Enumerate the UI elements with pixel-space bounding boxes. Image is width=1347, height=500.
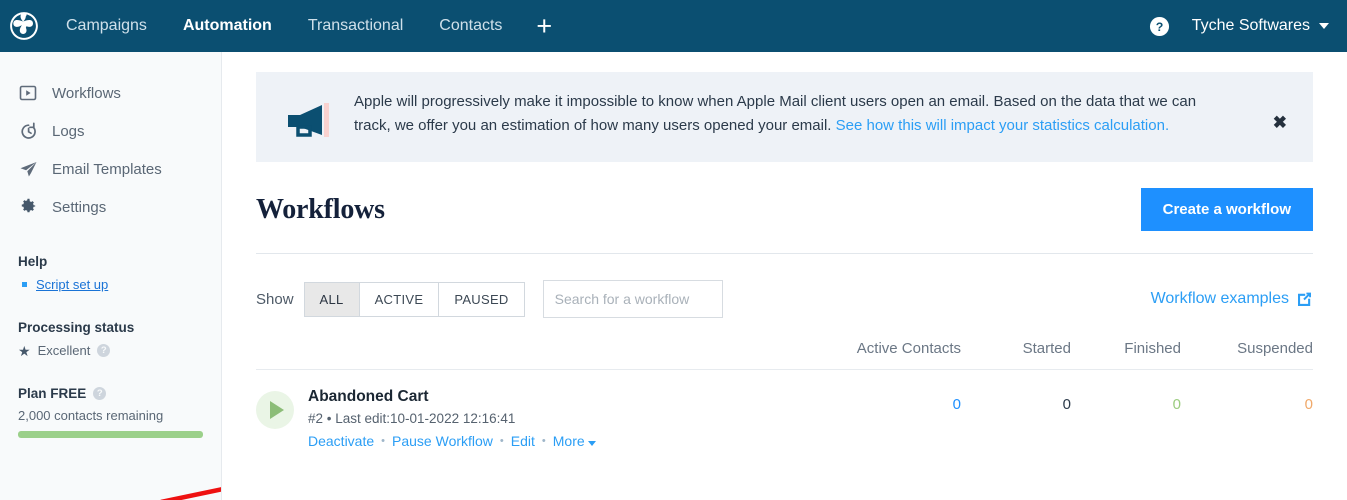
column-suspended: Suspended bbox=[1237, 340, 1313, 357]
sidebar-help-section: Help Script set up bbox=[0, 254, 221, 292]
sidebar-item-settings[interactable]: Settings bbox=[0, 188, 221, 226]
processing-status-heading: Processing status bbox=[18, 320, 135, 335]
top-nav-right: ? Tyche Softwares bbox=[1149, 16, 1329, 37]
plan-heading-row: Plan FREE ? bbox=[18, 386, 203, 401]
workflow-actions: Deactivate • Pause Workflow • Edit • Mor… bbox=[308, 433, 791, 449]
value-started: 0 bbox=[1062, 396, 1071, 413]
table-row: Abandoned Cart #2 • Last edit:10-01-2022… bbox=[256, 370, 1313, 449]
status-filter-group: ALL ACTIVE PAUSED bbox=[303, 281, 525, 317]
more-label: More bbox=[552, 433, 585, 449]
bullet-icon bbox=[22, 282, 27, 287]
value-suspended: 0 bbox=[1304, 396, 1313, 413]
history-icon bbox=[18, 121, 38, 141]
paper-plane-icon bbox=[18, 159, 38, 179]
apple-mail-notice-banner: Apple will progressively make it impossi… bbox=[256, 72, 1313, 162]
plan-heading: Plan FREE bbox=[18, 386, 87, 401]
body-wrapper: Workflows Logs Email Templates Settings bbox=[0, 52, 1347, 500]
sidebar-plan-section: Plan FREE ? 2,000 contacts remaining bbox=[0, 386, 221, 438]
page-header: Workflows Create a workflow bbox=[256, 188, 1313, 254]
sidebar-label-logs: Logs bbox=[52, 122, 85, 140]
sidebar-label-email-templates: Email Templates bbox=[52, 160, 162, 178]
sidebar: Workflows Logs Email Templates Settings bbox=[0, 52, 222, 500]
megaphone-icon bbox=[278, 90, 334, 144]
create-workflow-button[interactable]: Create a workflow bbox=[1140, 188, 1313, 231]
play-icon bbox=[270, 401, 284, 419]
processing-status-row: ★ Excellent ? bbox=[18, 343, 203, 358]
filter-paused-button[interactable]: PAUSED bbox=[438, 281, 525, 317]
help-heading: Help bbox=[18, 254, 48, 269]
page-title: Workflows bbox=[256, 193, 385, 225]
sidebar-label-workflows: Workflows bbox=[52, 84, 121, 102]
sidebar-label-settings: Settings bbox=[52, 198, 107, 216]
filter-active-button[interactable]: ACTIVE bbox=[358, 281, 439, 317]
workflow-play-icon[interactable] bbox=[256, 391, 294, 429]
plan-progress-fill bbox=[18, 431, 203, 438]
nav-item-campaigns[interactable]: Campaigns bbox=[48, 0, 165, 52]
account-name: Tyche Softwares bbox=[1191, 17, 1310, 34]
column-started: Started bbox=[1022, 340, 1071, 357]
top-nav-items: Campaigns Automation Transactional Conta… bbox=[48, 0, 568, 52]
plan-progress-bar bbox=[18, 431, 203, 438]
top-navigation-bar: Campaigns Automation Transactional Conta… bbox=[0, 0, 1347, 52]
search-input[interactable] bbox=[542, 280, 723, 318]
filter-all-button[interactable]: ALL bbox=[303, 281, 359, 317]
workflow-examples-link[interactable]: Workflow examples bbox=[1151, 290, 1313, 308]
help-circle-icon[interactable]: ? bbox=[1149, 16, 1170, 37]
column-active-contacts: Active Contacts bbox=[856, 340, 961, 357]
workflow-info: Abandoned Cart #2 • Last edit:10-01-2022… bbox=[308, 388, 791, 449]
show-label: Show bbox=[256, 290, 294, 308]
help-link-row: Script set up bbox=[18, 277, 203, 292]
app-root: Campaigns Automation Transactional Conta… bbox=[0, 0, 1347, 500]
more-menu-link[interactable]: More bbox=[553, 433, 596, 449]
close-icon[interactable]: ✖ bbox=[1273, 114, 1287, 131]
script-setup-link[interactable]: Script set up bbox=[36, 277, 108, 292]
nav-item-contacts[interactable]: Contacts bbox=[421, 0, 520, 52]
banner-text: Apple will progressively make it impossi… bbox=[354, 90, 1224, 138]
action-separator: • bbox=[381, 435, 386, 447]
gear-icon bbox=[18, 197, 38, 217]
plan-info-icon[interactable]: ? bbox=[93, 387, 107, 400]
add-app-button[interactable]: + bbox=[520, 0, 568, 52]
value-active-contacts[interactable]: 0 bbox=[791, 388, 961, 413]
external-link-icon bbox=[1298, 292, 1311, 306]
table-header: Active Contacts Started Finished Suspend… bbox=[256, 340, 1313, 370]
account-menu[interactable]: Tyche Softwares bbox=[1192, 17, 1329, 35]
star-icon: ★ bbox=[18, 342, 31, 359]
sidebar-item-workflows[interactable]: Workflows bbox=[0, 74, 221, 112]
workflow-meta: #2 • Last edit:10-01-2022 12:16:41 bbox=[308, 411, 516, 426]
sidebar-item-logs[interactable]: Logs bbox=[0, 112, 221, 150]
action-separator: • bbox=[541, 435, 546, 447]
processing-info-icon[interactable]: ? bbox=[97, 344, 111, 357]
filter-bar: Show ALL ACTIVE PAUSED Workflow examples bbox=[256, 280, 1313, 318]
action-separator: • bbox=[499, 435, 504, 447]
plan-contacts-remaining: 2,000 contacts remaining bbox=[18, 408, 164, 423]
workflow-examples-label: Workflow examples bbox=[1150, 290, 1289, 307]
banner-statistics-link[interactable]: See how this will impact your statistics… bbox=[836, 117, 1169, 134]
main-content: Apple will progressively make it impossi… bbox=[222, 52, 1347, 500]
sidebar-item-email-templates[interactable]: Email Templates bbox=[0, 150, 221, 188]
nav-item-automation[interactable]: Automation bbox=[165, 0, 290, 52]
processing-status-value: Excellent bbox=[37, 343, 91, 358]
brevo-pinwheel-logo-icon bbox=[10, 12, 38, 40]
column-finished: Finished bbox=[1124, 340, 1181, 357]
sidebar-processing-section: Processing status ★ Excellent ? bbox=[0, 320, 221, 358]
edit-link[interactable]: Edit bbox=[511, 433, 535, 449]
red-arrow-annotation bbox=[160, 487, 221, 500]
workflow-name[interactable]: Abandoned Cart bbox=[308, 388, 791, 406]
nav-item-transactional[interactable]: Transactional bbox=[290, 0, 421, 52]
play-box-icon bbox=[18, 83, 38, 103]
chevron-down-icon bbox=[1319, 23, 1329, 29]
deactivate-link[interactable]: Deactivate bbox=[308, 433, 374, 449]
svg-text:?: ? bbox=[1155, 19, 1163, 33]
value-finished: 0 bbox=[1172, 396, 1181, 413]
brand-logo[interactable] bbox=[0, 0, 48, 52]
pause-workflow-link[interactable]: Pause Workflow bbox=[392, 433, 493, 449]
chevron-down-icon bbox=[587, 441, 596, 446]
